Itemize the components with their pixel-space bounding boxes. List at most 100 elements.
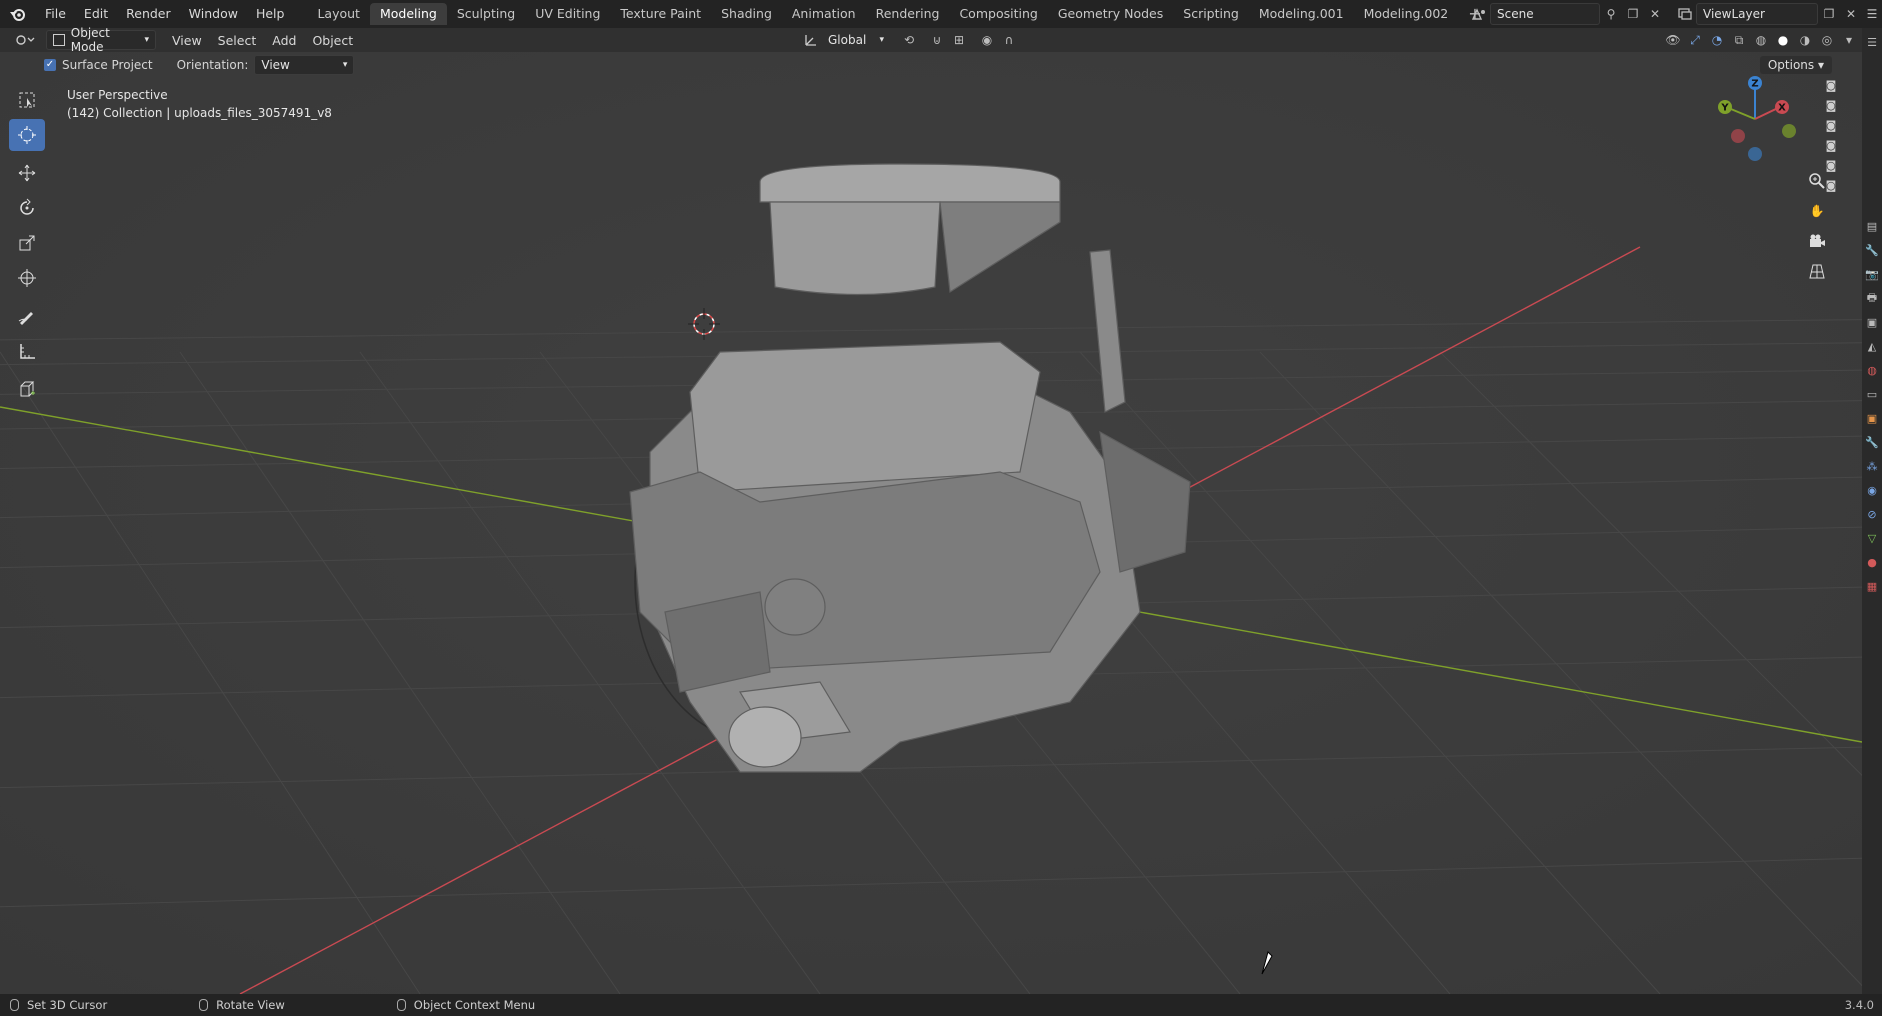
proportional-edit-icon[interactable]: ◉ (976, 30, 998, 50)
camera-toggle-icon[interactable]: ◙ (1822, 136, 1840, 154)
physics-properties-icon[interactable]: ◉ (1862, 478, 1882, 502)
editor-type-icon[interactable] (10, 30, 40, 50)
viewport-info: User Perspective (142) Collection | uplo… (67, 86, 332, 122)
tab-rendering[interactable]: Rendering (866, 3, 950, 25)
orientation-dropdown[interactable]: View ▾ (254, 55, 355, 75)
transform-icon[interactable] (9, 262, 45, 294)
object-properties-icon[interactable]: ▣ (1862, 406, 1882, 430)
tab-sculpting[interactable]: Sculpting (447, 3, 525, 25)
blender-logo-icon[interactable] (0, 0, 36, 28)
wireframe-shading-icon[interactable]: ◍ (1750, 30, 1772, 50)
delete-scene-icon[interactable]: ✕ (1644, 4, 1666, 24)
camera-toggle-icon[interactable]: ◙ (1822, 116, 1840, 134)
sidebar-toggle-icon[interactable]: ▤ (1862, 214, 1882, 238)
scene-icon[interactable] (1468, 4, 1490, 24)
overlay-toggle-icon[interactable]: ◔ (1706, 30, 1728, 50)
select-box-icon[interactable] (9, 84, 45, 116)
surface-project-checkbox[interactable]: ✓ (44, 59, 56, 71)
header-menu-select[interactable]: Select (210, 33, 265, 48)
texture-properties-icon[interactable]: ▦ (1862, 574, 1882, 598)
options-dropdown[interactable]: Options ▾ (1759, 56, 1832, 74)
tab-modeling-002[interactable]: Modeling.002 (1354, 3, 1459, 25)
modifier-properties-icon[interactable]: 🔧 (1862, 430, 1882, 454)
gizmo-toggle-icon[interactable]: ⤢ (1684, 30, 1706, 50)
viewport-grid (0, 52, 1862, 994)
constraints-properties-icon[interactable]: ⊘ (1862, 502, 1882, 526)
pan-hand-icon[interactable]: ✋ (1804, 198, 1830, 224)
status-bar: Set 3D Cursor Rotate View Object Context… (0, 994, 1882, 1016)
scale-icon[interactable] (9, 227, 45, 259)
menu-file[interactable]: File (36, 0, 75, 28)
header-menu-view[interactable]: View (164, 33, 210, 48)
scene-name-field[interactable]: Scene (1490, 3, 1600, 25)
navigation-gizmo[interactable]: Z X Y (1710, 74, 1800, 164)
shading-options-icon[interactable]: ▾ (1838, 30, 1860, 50)
tab-uv-editing[interactable]: UV Editing (525, 3, 610, 25)
visibility-icon[interactable]: 👁 (1662, 30, 1684, 50)
mode-dropdown[interactable]: Object Mode ▾ (46, 26, 156, 54)
menu-edit[interactable]: Edit (75, 0, 117, 28)
pivot-point-icon[interactable]: ⟲ (898, 30, 920, 50)
view-layer-icon[interactable] (1674, 4, 1696, 24)
orientation-icon[interactable] (800, 30, 822, 50)
header-menu-add[interactable]: Add (264, 33, 304, 48)
tab-compositing[interactable]: Compositing (949, 3, 1047, 25)
menu-window[interactable]: Window (180, 0, 247, 28)
tab-shading[interactable]: Shading (711, 3, 782, 25)
snap-target-icon[interactable]: ⊞ (948, 30, 970, 50)
gizmo-z-label: Z (1751, 79, 1758, 90)
delete-view-layer-icon[interactable]: ✕ (1840, 4, 1862, 24)
3d-viewport[interactable]: ✓ Surface Project Orientation: View ▾ Op… (0, 52, 1862, 994)
tab-texture-paint[interactable]: Texture Paint (610, 3, 711, 25)
view-layer-properties-icon[interactable]: ▣ (1862, 310, 1882, 334)
tool-properties-icon[interactable]: 🔧 (1862, 238, 1882, 262)
new-scene-icon[interactable]: ❐ (1622, 4, 1644, 24)
mouse-right-icon (396, 999, 406, 1011)
snap-icon[interactable]: ⊍ (926, 30, 948, 50)
transform-orientation-dropdown[interactable]: Global ▾ (822, 31, 890, 49)
tab-scripting[interactable]: Scripting (1173, 3, 1249, 25)
tab-animation[interactable]: Animation (782, 3, 866, 25)
material-properties-icon[interactable]: ● (1862, 550, 1882, 574)
pin-scene-icon[interactable]: ⚲ (1600, 4, 1622, 24)
header-menu-object[interactable]: Object (304, 33, 361, 48)
add-cube-icon[interactable] (9, 373, 45, 405)
move-icon[interactable] (9, 157, 45, 189)
measure-icon[interactable] (9, 335, 45, 367)
outliner-icon[interactable]: ☰ (1862, 30, 1882, 54)
material-shading-icon[interactable]: ◑ (1794, 30, 1816, 50)
xray-toggle-icon[interactable]: ⧉ (1728, 30, 1750, 50)
collection-properties-icon[interactable]: ▭ (1862, 382, 1882, 406)
status-left-click: Set 3D Cursor (10, 998, 107, 1012)
camera-toggle-icon[interactable]: ◙ (1822, 176, 1840, 194)
camera-toggle-icon[interactable]: ◙ (1822, 76, 1840, 94)
particles-properties-icon[interactable]: ⁂ (1862, 454, 1882, 478)
render-properties-icon[interactable]: 📷 (1862, 262, 1882, 286)
camera-toggle-icon[interactable]: ◙ (1822, 96, 1840, 114)
annotate-icon[interactable] (9, 300, 45, 332)
tab-layout[interactable]: Layout (307, 3, 370, 25)
tab-modeling-001[interactable]: Modeling.001 (1249, 3, 1354, 25)
output-properties-icon[interactable]: 🖶 (1862, 286, 1882, 310)
status-middle-click-text: Rotate View (216, 998, 285, 1012)
rotate-icon[interactable] (9, 192, 45, 224)
tab-modeling[interactable]: Modeling (369, 3, 447, 25)
menu-help[interactable]: Help (247, 0, 294, 28)
world-properties-icon[interactable]: ◍ (1862, 358, 1882, 382)
camera-toggle-icon[interactable]: ◙ (1822, 156, 1840, 174)
cursor-icon[interactable] (9, 119, 45, 151)
outliner-toggle-icon[interactable]: ☰ (1862, 4, 1882, 24)
solid-shading-icon[interactable]: ● (1772, 30, 1794, 50)
options-label: Options (1767, 58, 1815, 72)
rendered-shading-icon[interactable]: ◎ (1816, 30, 1838, 50)
tab-geometry-nodes[interactable]: Geometry Nodes (1048, 3, 1173, 25)
menu-render[interactable]: Render (117, 0, 180, 28)
perspective-toggle-icon[interactable] (1804, 258, 1830, 284)
view-layer-field[interactable]: ViewLayer (1696, 3, 1818, 25)
new-view-layer-icon[interactable]: ❐ (1818, 4, 1840, 24)
chevron-down-icon: ▾ (144, 35, 149, 45)
data-properties-icon[interactable]: ▽ (1862, 526, 1882, 550)
proportional-falloff-icon[interactable]: ∩ (998, 30, 1020, 50)
scene-properties-icon[interactable]: ◭ (1862, 334, 1882, 358)
camera-view-icon[interactable] (1804, 228, 1830, 254)
